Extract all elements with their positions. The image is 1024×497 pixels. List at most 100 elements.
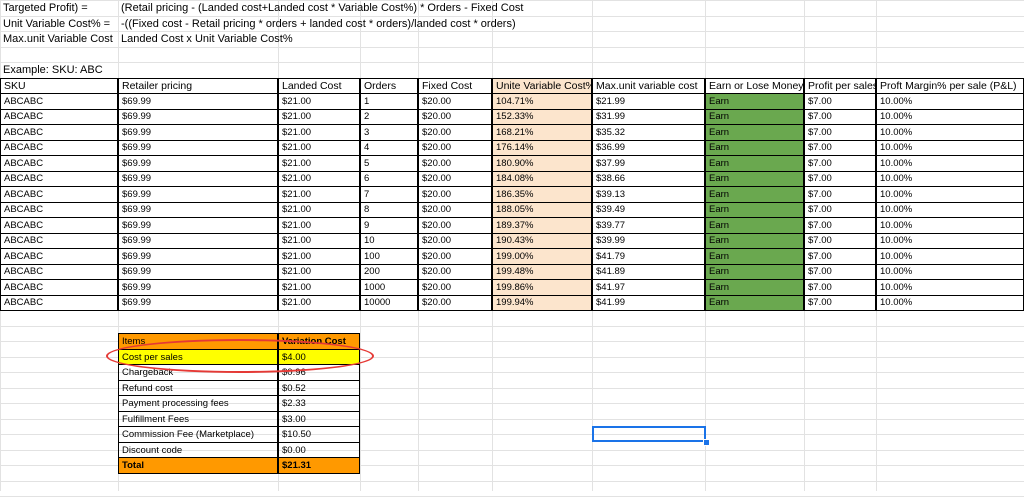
table-cell[interactable]: $7.00 [804,108,876,125]
table-cell[interactable]: 176.14% [492,139,592,156]
table-cell[interactable]: 5 [360,155,418,172]
table-cell[interactable]: 10.00% [876,108,1024,125]
table-cell[interactable]: $21.00 [278,217,360,234]
table-cell[interactable]: $7.00 [804,155,876,172]
table-cell[interactable]: 10 [360,232,418,249]
table-cell[interactable]: 2 [360,108,418,125]
table-cell[interactable]: $69.99 [118,217,278,234]
table-cell[interactable]: $21.00 [278,248,360,265]
cost-item-value[interactable]: $0.96 [278,364,360,381]
table-cell[interactable]: $21.99 [592,93,705,110]
table-cell[interactable]: $21.00 [278,93,360,110]
table-cell[interactable]: $69.99 [118,108,278,125]
table-cell[interactable]: Earn [705,217,804,234]
table-cell[interactable]: $7.00 [804,186,876,203]
table-cell[interactable]: 100 [360,248,418,265]
table-cell[interactable]: $69.99 [118,155,278,172]
table-cell[interactable]: $69.99 [118,139,278,156]
table-cell[interactable]: 184.08% [492,170,592,187]
table-cell[interactable]: $20.00 [418,108,492,125]
table-cell[interactable]: ABCABC [0,124,118,141]
table-cell[interactable]: 152.33% [492,108,592,125]
table-cell[interactable]: $69.99 [118,170,278,187]
table-cell[interactable]: 180.90% [492,155,592,172]
table-cell[interactable]: $7.00 [804,139,876,156]
table-cell[interactable]: $69.99 [118,201,278,218]
cost-item-label[interactable]: Discount code [118,441,278,459]
table-cell[interactable]: $21.00 [278,201,360,218]
table-cell[interactable]: 199.94% [492,294,592,311]
cost-item-label[interactable]: Payment processing fees [118,395,278,412]
table-cell[interactable]: 200 [360,263,418,280]
table-cell[interactable]: 199.48% [492,263,592,280]
formula-label[interactable]: Max.unit Variable Cost [0,31,118,48]
table-cell[interactable]: $38.66 [592,170,705,187]
table-cell[interactable]: $69.99 [118,294,278,311]
table-cell[interactable]: ABCABC [0,201,118,218]
table-header-4[interactable]: Fixed Cost [418,77,492,94]
table-cell[interactable]: 10.00% [876,217,1024,234]
cost-item-label[interactable]: Cost per sales [118,348,278,366]
table-header-2[interactable]: Landed Cost [278,77,360,94]
formula-label[interactable]: Unit Variable Cost% = [0,16,118,33]
table-cell[interactable]: $35.32 [592,124,705,141]
table-cell[interactable]: 104.71% [492,93,592,110]
cost-item-label[interactable]: Chargeback [118,364,278,381]
table-cell[interactable]: Earn [705,232,804,249]
table-cell[interactable]: $20.00 [418,170,492,187]
table-cell[interactable]: 186.35% [492,186,592,203]
table-cell[interactable]: Earn [705,170,804,187]
table-cell[interactable]: 190.43% [492,232,592,249]
cost-item-label[interactable]: Commission Fee (Marketplace) [118,426,278,443]
table-header-9[interactable]: Proft Margin% per sale (P&L) [876,77,1024,94]
table-cell[interactable]: $21.00 [278,124,360,141]
table-cell[interactable]: Earn [705,201,804,218]
table-cell[interactable]: $69.99 [118,186,278,203]
table-header-7[interactable]: Earn or Lose Money [705,77,804,94]
table-cell[interactable]: Earn [705,124,804,141]
table-cell[interactable]: $20.00 [418,263,492,280]
table-header-6[interactable]: Max.unit variable cost [592,77,705,94]
table-cell[interactable]: Earn [705,279,804,296]
table-cell[interactable]: Earn [705,294,804,311]
table-cell[interactable]: Earn [705,155,804,172]
table-cell[interactable]: $7.00 [804,263,876,280]
table-cell[interactable]: $20.00 [418,248,492,265]
table-cell[interactable]: $21.00 [278,155,360,172]
table-cell[interactable]: 9 [360,217,418,234]
table-cell[interactable]: $39.49 [592,201,705,218]
table-cell[interactable]: 168.21% [492,124,592,141]
table-cell[interactable]: ABCABC [0,186,118,203]
table-cell[interactable]: Earn [705,108,804,125]
table-cell[interactable]: ABCABC [0,294,118,311]
table-cell[interactable]: Earn [705,139,804,156]
table-header-1[interactable]: Retailer pricing [118,77,278,94]
table-cell[interactable]: 10.00% [876,93,1024,110]
formula-expression[interactable]: (Retail pricing - (Landed cost+Landed co… [118,0,592,17]
table-cell[interactable]: ABCABC [0,170,118,187]
spreadsheet-grid[interactable]: Targeted Profit) = (Retail pricing - (Lan… [0,0,1024,497]
table-cell[interactable]: $37.99 [592,155,705,172]
table-cell[interactable]: $21.00 [278,263,360,280]
table-cell[interactable]: $69.99 [118,93,278,110]
table-cell[interactable]: $7.00 [804,248,876,265]
selected-cell[interactable] [592,426,706,442]
table-cell[interactable]: 188.05% [492,201,592,218]
table-cell[interactable]: 6 [360,170,418,187]
table-cell[interactable]: $20.00 [418,279,492,296]
table-cell[interactable]: $21.00 [278,294,360,311]
table-cell[interactable]: ABCABC [0,248,118,265]
table-cell[interactable]: $41.99 [592,294,705,311]
table-cell[interactable]: $7.00 [804,93,876,110]
table-cell[interactable]: 10.00% [876,248,1024,265]
fill-handle[interactable] [703,439,710,446]
cost-table-header-items[interactable]: Items [118,333,278,350]
table-cell[interactable]: 3 [360,124,418,141]
table-cell[interactable]: Earn [705,248,804,265]
cost-item-label[interactable]: Fulfillment Fees [118,410,278,428]
formula-expression[interactable]: Landed Cost x Unit Variable Cost% [118,31,592,48]
table-cell[interactable]: 10.00% [876,294,1024,311]
table-cell[interactable]: 189.37% [492,217,592,234]
table-cell[interactable]: 4 [360,139,418,156]
table-cell[interactable]: 7 [360,186,418,203]
